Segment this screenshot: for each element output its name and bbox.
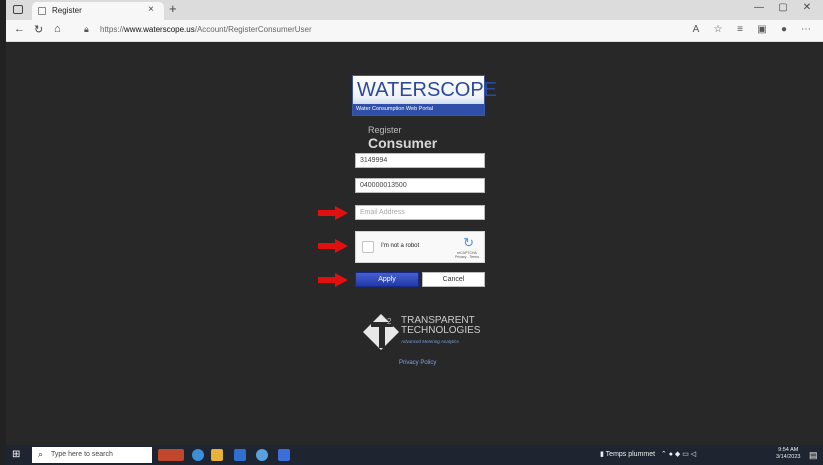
outlook-icon[interactable] bbox=[234, 449, 246, 461]
recaptcha-widget: I'm not a robot ↻ reCAPTCHA Privacy - Te… bbox=[355, 231, 485, 263]
recaptcha-links[interactable]: Privacy - Terms bbox=[455, 255, 479, 259]
waterscope-logo: WATERSCOPE Water Consumption Web Portal bbox=[352, 75, 497, 116]
collections-icon[interactable]: ▣ bbox=[751, 24, 773, 35]
red-arrow-icon bbox=[318, 239, 348, 253]
page-title: Consumer bbox=[368, 135, 438, 151]
cancel-button[interactable]: Cancel bbox=[422, 272, 485, 287]
red-arrow-icon bbox=[318, 273, 348, 287]
favicon-icon bbox=[38, 7, 46, 15]
windows-start-icon[interactable]: ⊞ bbox=[12, 449, 20, 460]
brand-line2: TECHNOLOGIES bbox=[401, 325, 481, 336]
restore-button[interactable]: ▢ bbox=[771, 2, 795, 13]
notification-icon[interactable]: ▤ bbox=[809, 450, 818, 461]
browser-window: Register × + — ▢ ✕ ← ↻ ⌂ 🔒︎ https://www.wa… bbox=[6, 0, 823, 465]
tab-strip: Register × + — ▢ ✕ bbox=[6, 0, 823, 20]
edge-icon[interactable] bbox=[192, 449, 204, 461]
register-label: Register bbox=[368, 125, 402, 135]
apply-button[interactable]: Apply bbox=[355, 272, 419, 287]
more-icon[interactable]: ⋯ bbox=[795, 24, 817, 35]
profile-icon[interactable]: ● bbox=[773, 24, 795, 35]
tab-title: Register bbox=[52, 6, 82, 15]
recaptcha-text: reCAPTCHA Privacy - Terms bbox=[454, 251, 479, 259]
t2-logo-icon: 2 bbox=[363, 314, 399, 350]
system-clock[interactable]: 9:54 AM 3/14/2023 bbox=[776, 447, 800, 461]
new-tab-button[interactable]: + bbox=[169, 1, 177, 16]
tab-register[interactable]: Register × bbox=[32, 2, 164, 20]
home-icon[interactable]: ⌂ bbox=[54, 23, 61, 35]
favorite-icon[interactable]: ☆ bbox=[707, 24, 729, 35]
tab-actions-icon[interactable] bbox=[13, 5, 23, 14]
transparent-technologies-logo: 2 TRANSPARENT TECHNOLOGIES Advanced Mete… bbox=[361, 310, 491, 358]
refresh-icon[interactable]: ↻ bbox=[34, 23, 43, 36]
window-controls: — ▢ ✕ bbox=[747, 2, 819, 13]
word-icon[interactable] bbox=[278, 449, 290, 461]
read-aloud-icon[interactable]: A bbox=[685, 24, 707, 35]
search-placeholder: Type here to search bbox=[51, 451, 113, 458]
app-icon[interactable] bbox=[256, 449, 268, 461]
page-content: WATERSCOPE Water Consumption Web Portal … bbox=[6, 42, 823, 445]
taskbar-search[interactable]: ⌕ Type here to search bbox=[32, 447, 152, 463]
privacy-policy-link[interactable]: Privacy Policy bbox=[399, 360, 436, 366]
address-bar[interactable]: 🔒︎ https://www.waterscope.us/Account/Reg… bbox=[80, 23, 708, 39]
logo-subtitle: Water Consumption Web Portal bbox=[353, 104, 484, 115]
lock-icon: 🔒︎ bbox=[84, 24, 89, 34]
favorites-list-icon[interactable]: ≡ bbox=[729, 24, 751, 35]
email-field[interactable]: Email Address bbox=[355, 205, 485, 220]
logo-word: WATERSCOPE bbox=[357, 79, 498, 101]
taskbar: ⊞ ⌕ Type here to search ▮ Temps plummet … bbox=[6, 445, 823, 465]
svg-text:2: 2 bbox=[387, 317, 392, 326]
account-number-field[interactable]: 3149994 bbox=[355, 153, 485, 168]
minimize-button[interactable]: — bbox=[747, 2, 771, 13]
news-widget-icon[interactable] bbox=[158, 449, 184, 461]
tab-close-icon[interactable]: × bbox=[148, 4, 154, 15]
recaptcha-logo-icon: ↻ bbox=[463, 235, 474, 250]
recaptcha-label: I'm not a robot bbox=[381, 243, 420, 249]
url-text: https://www.waterscope.us/Account/Regist… bbox=[100, 25, 312, 34]
recaptcha-checkbox[interactable] bbox=[362, 241, 374, 253]
search-icon: ⌕ bbox=[38, 449, 44, 459]
file-explorer-icon[interactable] bbox=[211, 449, 223, 461]
meter-number-field[interactable]: 040000013500 bbox=[355, 178, 485, 193]
close-window-button[interactable]: ✕ bbox=[795, 2, 819, 13]
brand-tagline: Advanced Metering Analytics bbox=[401, 339, 459, 344]
toolbar-icons: A ☆ ≡ ▣ ● ⋯ bbox=[685, 24, 817, 35]
weather-widget[interactable]: ▮ Temps plummet ⌃ ● ◆ ▭ ◁ bbox=[600, 450, 696, 458]
back-icon[interactable]: ← bbox=[14, 23, 25, 35]
red-arrow-icon bbox=[318, 206, 348, 220]
navigation-bar: ← ↻ ⌂ 🔒︎ https://www.waterscope.us/Accou… bbox=[6, 20, 823, 42]
